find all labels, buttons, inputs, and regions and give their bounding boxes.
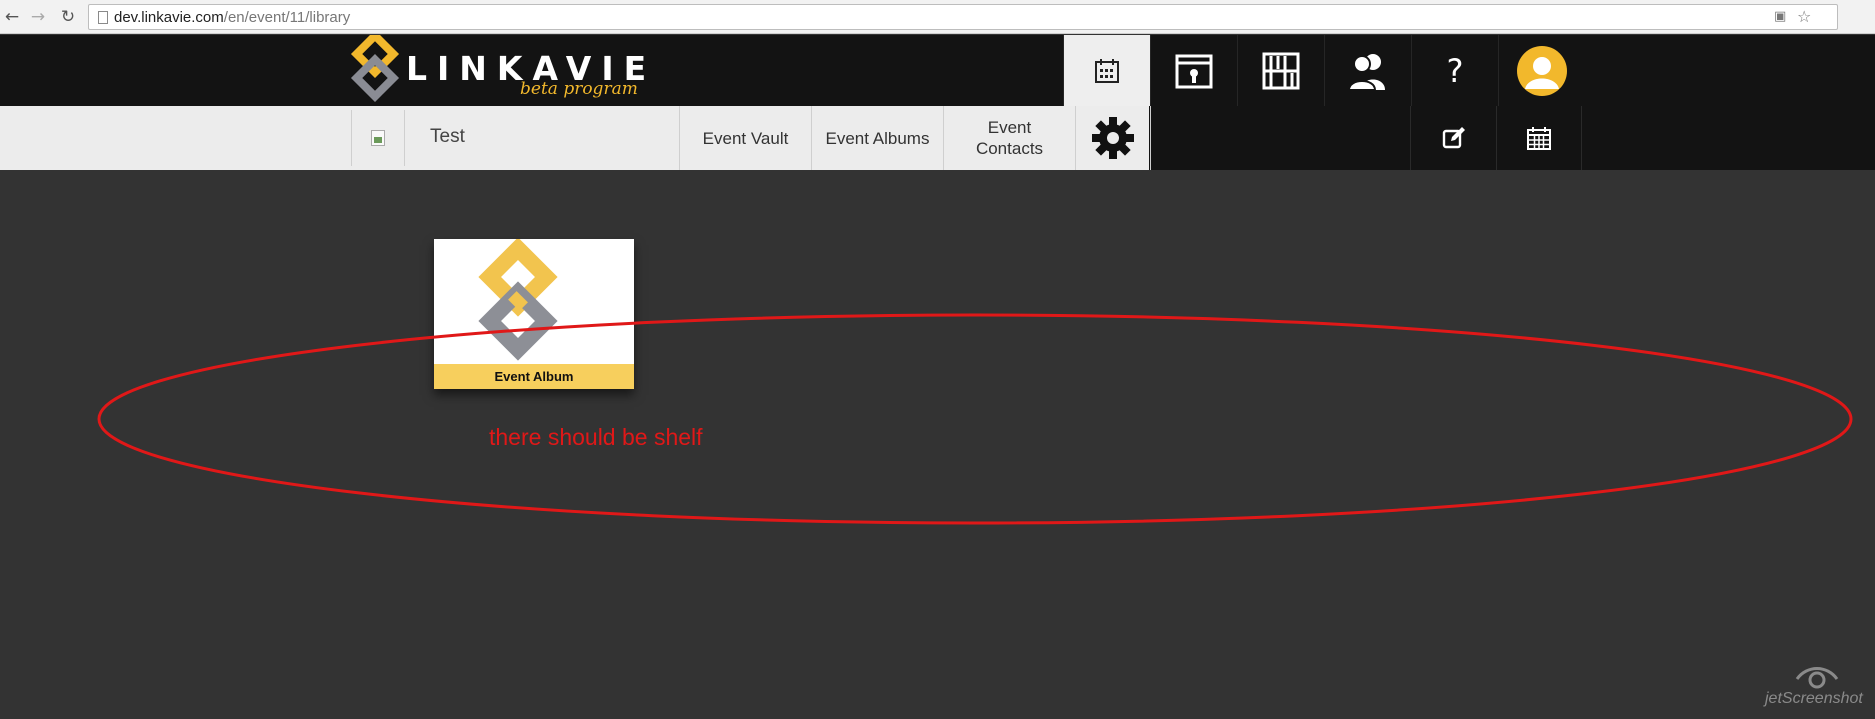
watermark: jetScreenshot [1765,690,1863,707]
annotation-ellipse [97,313,1853,525]
annotation-text: there should be shelf [489,424,703,450]
jetscreenshot-logo-icon [1795,667,1839,689]
